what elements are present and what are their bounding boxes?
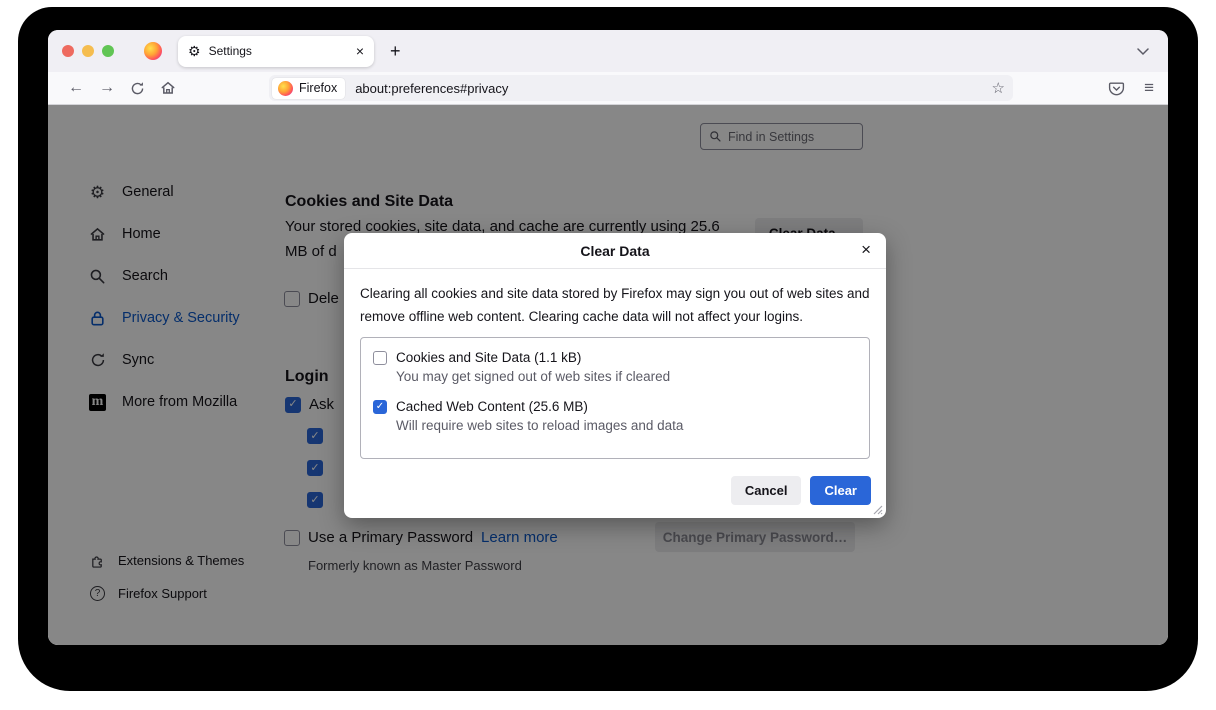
tab-title: Settings	[209, 44, 252, 58]
navigation-bar: ← → Firefox about:preferences#privacy ☆ …	[48, 72, 1168, 105]
minimize-window-button[interactable]	[82, 45, 94, 57]
firefox-logo-icon	[144, 42, 162, 60]
site-identity-label: Firefox	[299, 81, 337, 95]
bookmark-star-icon[interactable]: ☆	[992, 79, 1005, 97]
cache-option-label: Cached Web Content (25.6 MB)	[396, 399, 588, 414]
cookies-option-row[interactable]: Cookies and Site Data (1.1 kB)	[373, 350, 857, 365]
dialog-body: Clearing all cookies and site data store…	[344, 269, 886, 459]
checkbox-checked[interactable]: ✓	[373, 400, 387, 414]
cancel-button[interactable]: Cancel	[731, 476, 802, 505]
close-window-button[interactable]	[62, 45, 74, 57]
pocket-icon[interactable]	[1108, 80, 1125, 97]
cache-option-sublabel: Will require web sites to reload images …	[396, 418, 857, 433]
check-icon: ✓	[376, 402, 384, 412]
site-identity-chip[interactable]: Firefox	[272, 78, 345, 99]
cookies-option-sublabel: You may get signed out of web sites if c…	[396, 369, 857, 384]
dialog-header: Clear Data ×	[344, 233, 886, 269]
dialog-close-icon[interactable]: ×	[861, 240, 871, 260]
cookies-option-label: Cookies and Site Data (1.1 kB)	[396, 350, 581, 365]
tab-settings[interactable]: ⚙ Settings ×	[178, 36, 374, 67]
cache-option-row[interactable]: ✓ Cached Web Content (25.6 MB)	[373, 399, 857, 414]
clear-button[interactable]: Clear	[810, 476, 871, 505]
forward-button[interactable]: →	[99, 80, 115, 96]
tab-close-icon[interactable]: ×	[356, 43, 364, 59]
checkbox-unchecked[interactable]	[373, 351, 387, 365]
back-button[interactable]: ←	[68, 80, 84, 96]
dialog-title: Clear Data	[580, 243, 649, 259]
gear-icon: ⚙	[188, 44, 201, 58]
dialog-description: Clearing all cookies and site data store…	[360, 282, 870, 328]
firefox-logo-icon	[278, 81, 293, 96]
resize-handle-icon[interactable]	[871, 503, 884, 516]
firefox-window: ⚙ Settings × + ← → Firefox about:prefere…	[48, 30, 1168, 645]
hamburger-menu-button[interactable]: ≡	[1144, 78, 1154, 98]
clear-data-dialog: Clear Data × Clearing all cookies and si…	[344, 233, 886, 518]
tab-bar: ⚙ Settings × +	[48, 30, 1168, 72]
new-tab-button[interactable]: +	[390, 41, 401, 62]
clear-options-box: Cookies and Site Data (1.1 kB) You may g…	[360, 337, 870, 459]
dialog-footer: Cancel Clear	[344, 476, 886, 518]
tab-overflow-chevron-icon[interactable]	[1136, 46, 1150, 56]
home-button[interactable]	[160, 80, 176, 96]
traffic-lights	[62, 45, 114, 57]
zoom-window-button[interactable]	[102, 45, 114, 57]
url-text: about:preferences#privacy	[355, 81, 508, 96]
reload-button[interactable]	[130, 81, 145, 96]
settings-content: ⚙ General Home Search Privacy & Securit	[48, 105, 1168, 645]
url-bar[interactable]: Firefox about:preferences#privacy ☆	[269, 75, 1013, 101]
